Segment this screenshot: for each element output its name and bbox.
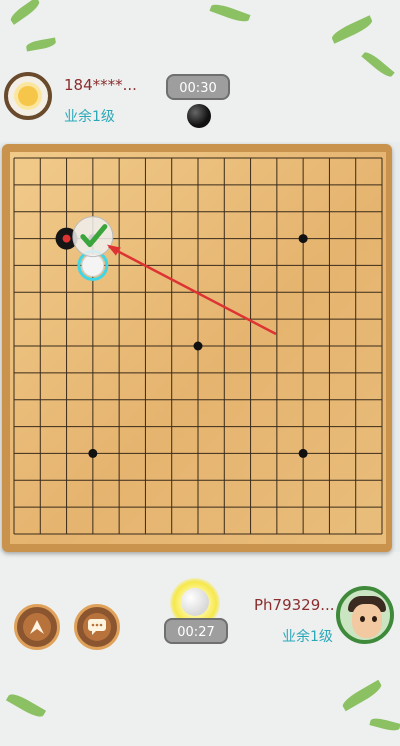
top-player-level: 业余1级 [64,109,115,125]
top-player-stone-icon [187,104,211,128]
avatar-face [352,604,382,638]
chat-button[interactable] [74,604,120,650]
star-point [298,234,308,244]
arrow-up-icon [30,620,44,634]
bottom-player-stone-icon [181,588,209,616]
black-stone-marker [62,234,71,243]
speech-bubble-icon [88,619,106,635]
bottom-player-level: 业余1级 [282,629,333,645]
avatar-icon [18,86,38,106]
top-player-name: 184****... [64,76,137,94]
top-player-avatar[interactable] [4,72,52,120]
game-board[interactable] [10,152,386,544]
top-player-timer: 00:30 [166,74,230,100]
bottom-player-avatar[interactable] [336,586,394,644]
bottom-player-name: Ph79329... [254,596,335,614]
board-grid[interactable] [10,152,386,544]
bottom-player-timer: 00:27 [164,618,228,644]
star-point [298,448,308,458]
star-point [88,448,98,458]
avatar-eye [372,616,377,622]
star-point [193,341,203,351]
white-stone [81,253,105,277]
avatar-eye [360,616,365,622]
move-hint-bubble[interactable] [72,216,114,258]
up-button[interactable] [14,604,60,650]
